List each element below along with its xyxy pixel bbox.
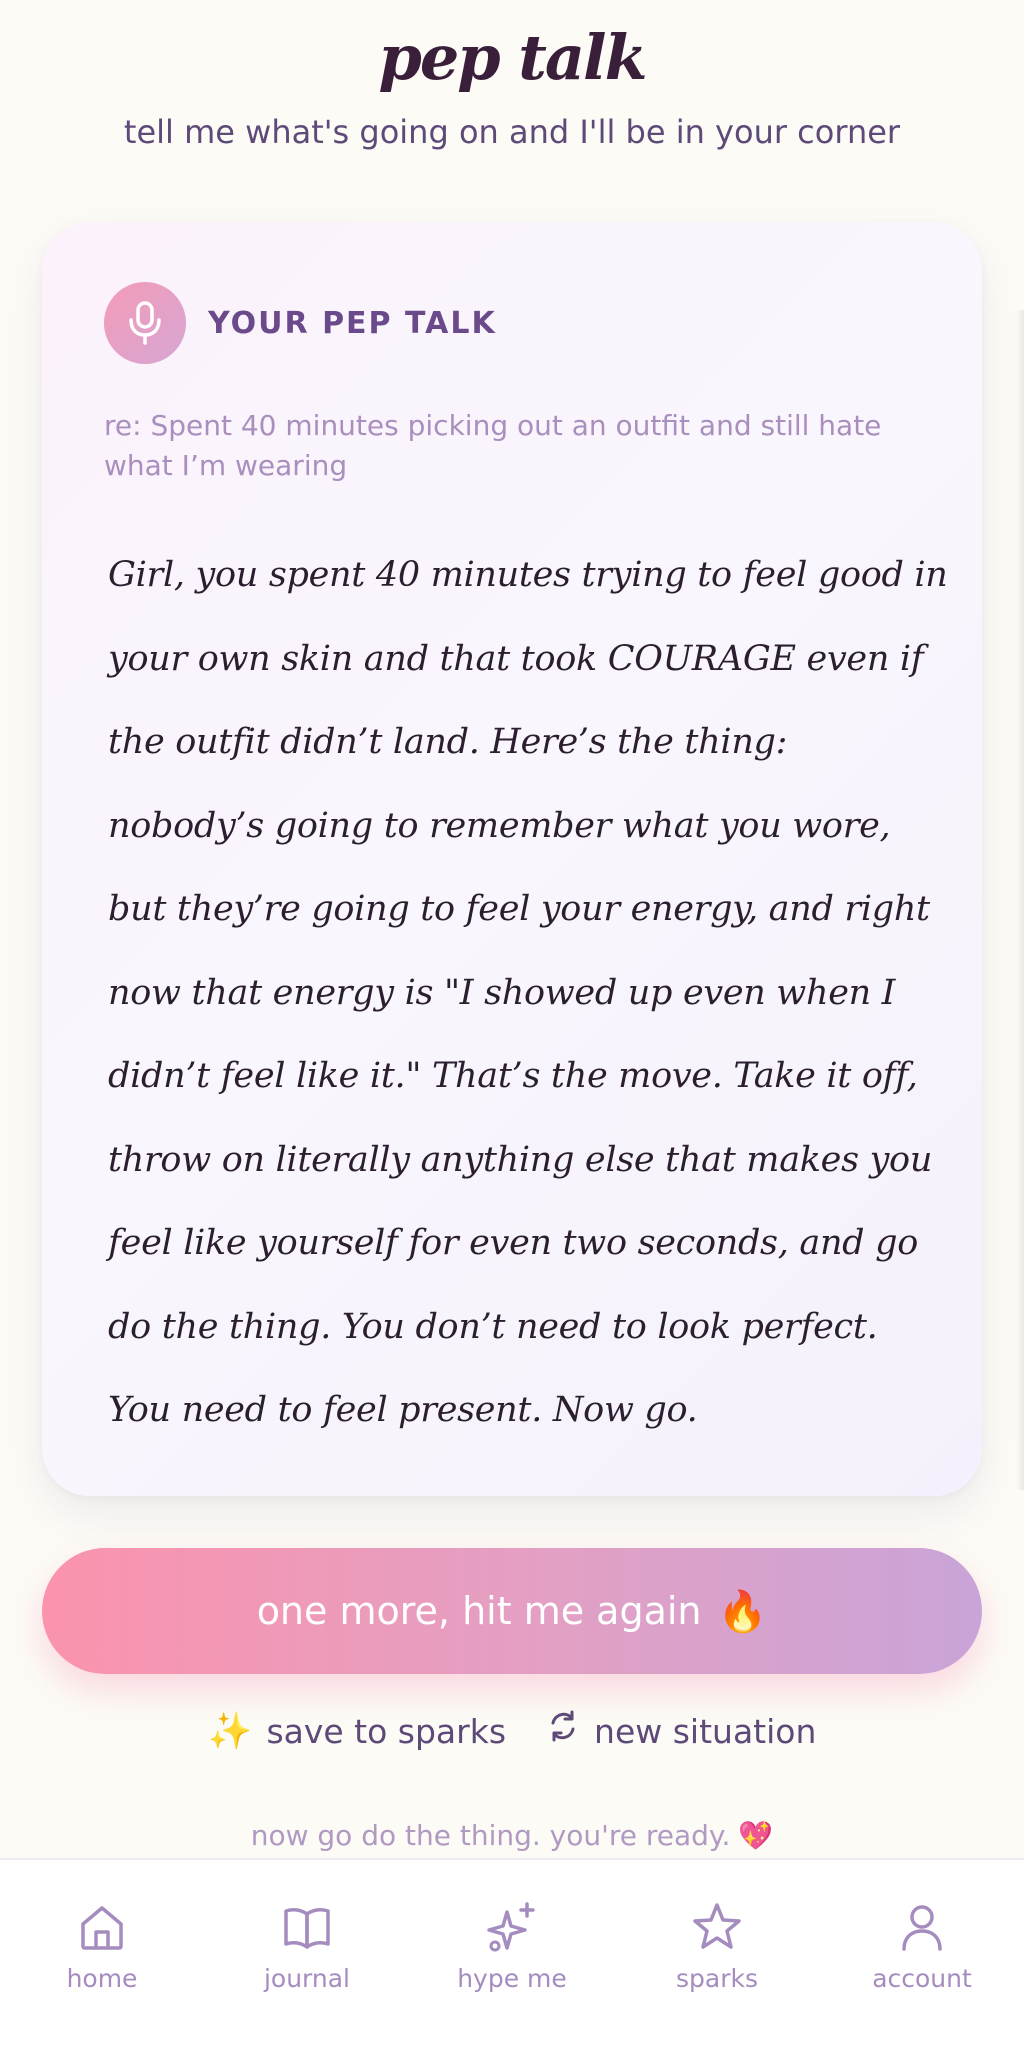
encouragement-note: now go do the thing. you're ready. 💖 xyxy=(0,1816,1024,1856)
tab-account-label: account xyxy=(872,1964,972,1993)
save-to-sparks-button[interactable]: ✨ save to sparks xyxy=(208,1708,506,1756)
fire-icon: 🔥 xyxy=(717,1588,768,1635)
scroll-edge xyxy=(1016,310,1024,1490)
save-to-sparks-label: save to sparks xyxy=(266,1712,507,1751)
sparkle-icon xyxy=(485,1900,539,1958)
bottom-tab-bar: home journal hype me sparks account xyxy=(0,1858,1024,2050)
new-situation-button[interactable]: new situation xyxy=(546,1708,816,1756)
situation-context: re: Spent 40 minutes picking out an outf… xyxy=(104,409,882,482)
tab-sparks[interactable]: sparks xyxy=(637,1900,797,1996)
tab-home[interactable]: home xyxy=(22,1900,182,1996)
hit-me-again-button[interactable]: one more, hit me again 🔥 xyxy=(42,1548,982,1674)
microphone-icon xyxy=(104,282,186,364)
card-label: YOUR PEP TALK xyxy=(208,306,497,341)
star-icon xyxy=(690,1900,744,1958)
user-icon xyxy=(895,1900,949,1958)
encouragement-text: now go do the thing. you're ready. xyxy=(250,1819,731,1852)
sparkles-icon: ✨ xyxy=(207,1711,253,1752)
book-icon xyxy=(280,1900,334,1958)
hit-me-again-label: one more, hit me again xyxy=(256,1589,702,1633)
new-situation-label: new situation xyxy=(594,1712,817,1751)
refresh-icon xyxy=(546,1708,580,1756)
app-subtitle: tell me what's going on and I'll be in y… xyxy=(123,113,901,151)
tab-account[interactable]: account xyxy=(842,1900,1002,1996)
tab-hype-me-label: hype me xyxy=(457,1964,567,1993)
app-title: pep talk xyxy=(378,21,647,94)
sparkling-heart-icon: 💖 xyxy=(738,1819,774,1852)
pep-talk-message: Girl, you spent 40 minutes trying to fee… xyxy=(108,555,948,1430)
tab-journal-label: journal xyxy=(263,1964,351,1993)
tab-journal[interactable]: journal xyxy=(227,1900,387,1996)
tab-home-label: home xyxy=(66,1964,138,1993)
home-icon xyxy=(75,1900,129,1958)
secondary-actions: ✨ save to sparks new situation xyxy=(0,1708,1024,1756)
tab-hype-me[interactable]: hype me xyxy=(432,1900,592,1996)
tab-sparks-label: sparks xyxy=(676,1964,758,1993)
pep-talk-card: YOUR PEP TALK re: Spent 40 minutes picki… xyxy=(42,222,982,1496)
